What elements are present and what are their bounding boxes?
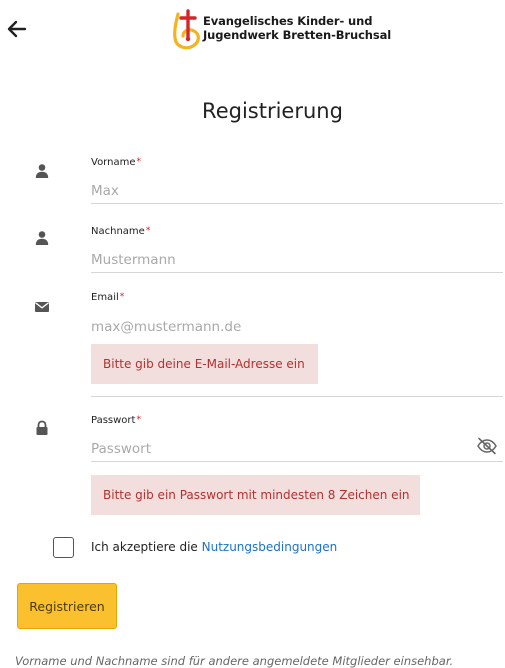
vorname-label-text: Vorname <box>91 157 136 168</box>
email-error-message: Bitte gib deine E-Mail-Adresse ein <box>91 344 318 384</box>
vorname-label: Vorname* <box>91 157 141 168</box>
envelope-icon <box>35 302 49 312</box>
email-label-text: Email <box>91 292 119 303</box>
terms-label: Ich akzeptiere die Nutzungsbedingungen <box>91 540 337 554</box>
passwort-label: Passwort* <box>91 415 141 426</box>
top-bar: Evangelisches Kinder- und Jugendwerk Bre… <box>0 0 505 60</box>
required-mark: * <box>145 226 151 236</box>
eye-slash-icon[interactable] <box>476 437 498 455</box>
email-input[interactable] <box>91 314 503 340</box>
terms-checkbox[interactable] <box>53 537 74 558</box>
passwort-error-message: Bitte gib ein Passwort mit mindesten 8 Z… <box>91 475 420 515</box>
nachname-label: Nachname* <box>91 226 150 237</box>
vorname-input[interactable] <box>91 178 503 204</box>
required-mark: * <box>136 415 141 425</box>
lock-icon <box>36 420 48 435</box>
required-mark: * <box>136 157 141 167</box>
required-mark: * <box>119 292 125 302</box>
email-divider <box>91 396 503 397</box>
register-button[interactable]: Registrieren <box>17 583 117 629</box>
user-icon <box>35 164 49 178</box>
email-label: Email* <box>91 292 124 303</box>
cross-logo-icon <box>173 9 200 50</box>
terms-text: Ich akzeptiere die <box>91 540 202 554</box>
privacy-footnote: Vorname und Nachname sind für andere ang… <box>15 654 454 668</box>
nachname-label-text: Nachname <box>91 226 145 237</box>
organization-name-line1: Evangelisches Kinder- und <box>203 14 373 28</box>
passwort-label-text: Passwort <box>91 415 136 426</box>
page-title: Registrierung <box>202 99 343 123</box>
nachname-input[interactable] <box>91 247 503 273</box>
arrow-left-icon[interactable] <box>6 18 28 40</box>
organization-name-line2: Jugendwerk Bretten-Bruchsal <box>203 28 392 42</box>
user-icon <box>35 231 49 245</box>
passwort-input[interactable] <box>91 436 503 462</box>
organization-name: Evangelisches Kinder- und Jugendwerk Bre… <box>203 14 391 42</box>
terms-link[interactable]: Nutzungsbedingungen <box>202 540 338 554</box>
